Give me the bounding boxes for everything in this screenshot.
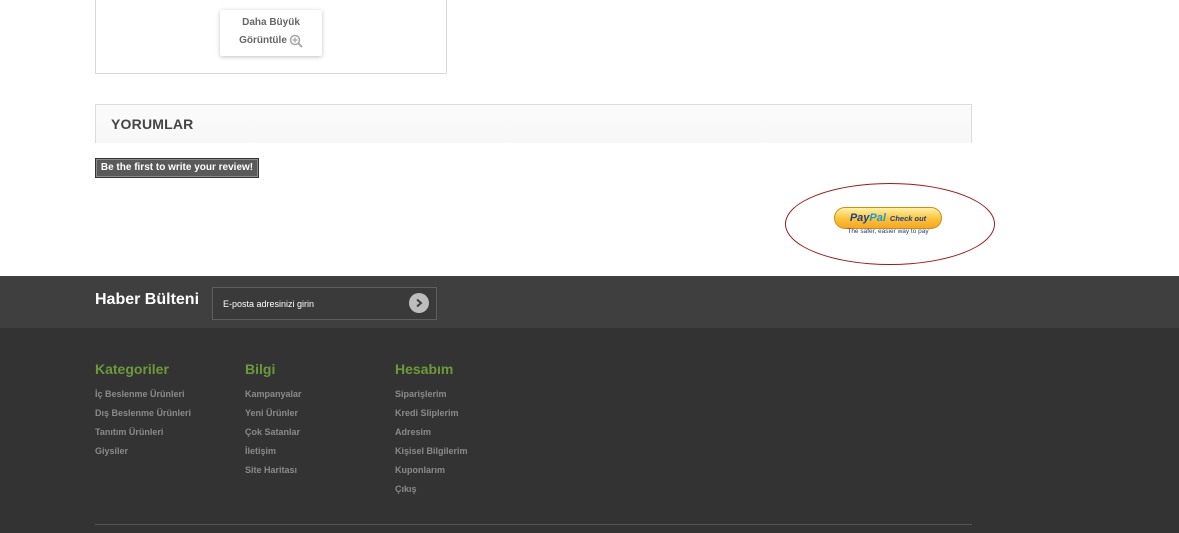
newsletter-title: Haber Bülteni — [95, 291, 200, 308]
chevron-right-icon — [416, 298, 423, 308]
footer-link[interactable]: Çok Satanlar — [245, 423, 302, 442]
footer-divider — [95, 524, 972, 525]
footer-link[interactable]: İletişim — [245, 442, 302, 461]
footer-column-account: Hesabım Siparişlerim Kredi Sliplerim Adr… — [395, 361, 468, 499]
footer-column-title: Bilgi — [245, 361, 276, 377]
product-image-box: Daha Büyük Görüntüle — [95, 0, 447, 74]
view-larger-button[interactable]: Daha Büyük Görüntüle — [220, 10, 322, 56]
footer-link[interactable]: Kredi Sliplerim — [395, 404, 468, 423]
footer-link[interactable]: Kampanyalar — [245, 385, 302, 404]
footer: Kategoriler İç Beslenme Ürünleri Dış Bes… — [0, 328, 1179, 533]
newsletter-bar: Haber Bülteni — [0, 276, 1179, 328]
newsletter-form — [212, 287, 437, 320]
comments-title: YORUMLAR — [111, 116, 194, 132]
footer-link[interactable]: İç Beslenme Ürünleri — [95, 385, 191, 404]
magnifier-plus-icon — [289, 34, 303, 48]
footer-link[interactable]: Dış Beslenme Ürünleri — [95, 404, 191, 423]
footer-link[interactable]: Kişisel Bilgilerim — [395, 442, 468, 461]
footer-link[interactable]: Kuponlarım — [395, 461, 468, 480]
paypal-logo-pal: Pal — [869, 212, 886, 224]
footer-link[interactable]: Yeni Ürünler — [245, 404, 302, 423]
footer-link[interactable]: Adresim — [395, 423, 468, 442]
write-review-button[interactable]: Be the first to write your review! — [95, 158, 259, 178]
footer-link[interactable]: Site Haritası — [245, 461, 302, 480]
footer-link[interactable]: Giysiler — [95, 442, 191, 461]
footer-column-title: Hesabım — [395, 361, 454, 377]
paypal-checkout-label: Check out — [889, 213, 927, 223]
footer-link[interactable]: Siparişlerim — [395, 385, 468, 404]
paypal-logo-pay: Pay — [849, 212, 870, 224]
comments-section: YORUMLAR — [95, 104, 972, 143]
view-larger-label-line1: Daha Büyük — [242, 17, 300, 28]
footer-column-title: Kategoriler — [95, 361, 169, 377]
paypal-logo: PayPal — [850, 212, 886, 224]
paypal-checkout-button[interactable]: PayPal Check out — [834, 207, 942, 229]
newsletter-submit-button[interactable] — [409, 293, 429, 313]
paypal-tagline: The safer, easier way to pay — [847, 228, 929, 235]
footer-column-info: Bilgi Kampanyalar Yeni Ürünler Çok Satan… — [245, 361, 302, 480]
newsletter-email-input[interactable] — [213, 288, 403, 319]
footer-link[interactable]: Tanıtım Ürünleri — [95, 423, 191, 442]
view-larger-label-line2: Görüntüle — [239, 35, 287, 46]
footer-column-categories: Kategoriler İç Beslenme Ürünleri Dış Bes… — [95, 361, 191, 461]
footer-link[interactable]: Çıkış — [395, 480, 468, 499]
